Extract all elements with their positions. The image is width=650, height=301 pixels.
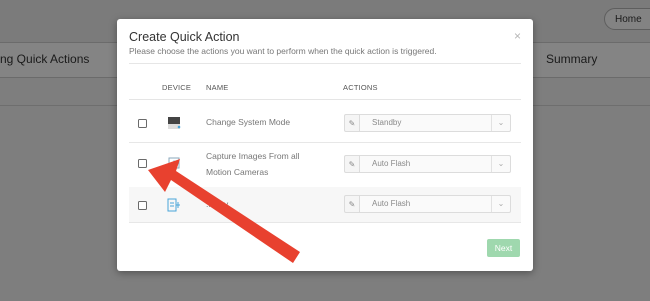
camera-icon <box>168 157 180 169</box>
divider <box>129 63 521 64</box>
background-column-quick-actions: ng Quick Actions <box>0 52 90 66</box>
create-quick-action-modal: Create Quick Action Please choose the ac… <box>117 19 533 271</box>
chevron-down-icon: ⌄ <box>491 115 510 131</box>
row-name: Change System Mode <box>206 117 291 127</box>
row-checkbox[interactable] <box>138 119 147 128</box>
system-mode-icon <box>168 117 181 129</box>
home-button[interactable]: Home <box>604 8 650 30</box>
action-value: Standby <box>372 118 402 127</box>
table-row: Change System Mode ✎ Standby ⌄ <box>129 103 521 143</box>
close-icon[interactable]: × <box>514 29 521 43</box>
table-row: Capture Images From all Motion Cameras ✎… <box>129 142 521 188</box>
modal-subtitle: Please choose the actions you want to pe… <box>129 46 437 56</box>
action-value: Auto Flash <box>372 159 411 168</box>
action-select[interactable]: Standby ⌄ <box>360 114 511 132</box>
modal-title: Create Quick Action <box>129 30 240 44</box>
chevron-down-icon: ⌄ <box>491 196 510 212</box>
chevron-down-icon: ⌄ <box>491 156 510 172</box>
edit-icon[interactable]: ✎ <box>344 195 360 213</box>
row-name: Capture Images From all Motion Cameras <box>206 148 300 180</box>
column-header-actions: ACTIONS <box>343 83 378 92</box>
action-select[interactable]: Auto Flash ⌄ <box>360 155 511 173</box>
edit-icon[interactable]: ✎ <box>344 114 360 132</box>
action-select[interactable]: Auto Flash ⌄ <box>360 195 511 213</box>
row-name-line-1: Capture Images From all <box>206 151 300 161</box>
edit-icon[interactable]: ✎ <box>344 155 360 173</box>
row-name: ...way <box>206 199 229 209</box>
table-header: DEVICE NAME ACTIONS <box>129 79 521 100</box>
column-header-name: NAME <box>206 83 229 92</box>
action-value: Auto Flash <box>372 199 411 208</box>
row-name-line-2: Motion Cameras <box>206 167 269 177</box>
background-column-summary: Summary <box>546 52 598 66</box>
table-row: ...way ✎ Auto Flash ⌄ <box>129 187 521 223</box>
column-header-device: DEVICE <box>162 83 192 92</box>
gateway-icon <box>167 198 180 212</box>
row-checkbox[interactable] <box>138 159 147 168</box>
next-button[interactable]: Next <box>487 239 520 257</box>
row-checkbox[interactable] <box>138 201 147 210</box>
